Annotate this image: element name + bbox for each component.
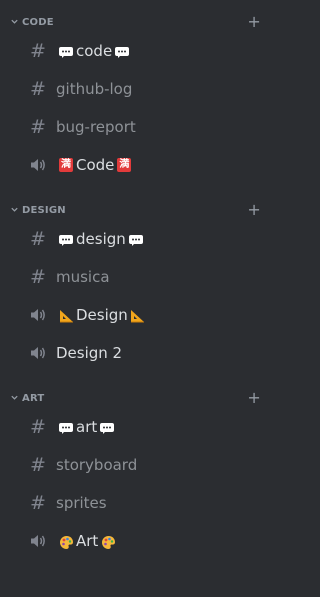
channel-label: bug-report <box>56 118 136 136</box>
hash-icon: # <box>30 228 46 250</box>
channel-code[interactable]: # code <box>0 32 273 70</box>
speech-bubble-icon <box>58 45 74 59</box>
channel-label: storyboard <box>56 456 138 474</box>
channel-label: Design <box>76 306 128 324</box>
hash-icon: # <box>30 40 46 62</box>
channel-label: art <box>76 418 98 436</box>
hash-icon: # <box>30 116 46 138</box>
channel-bug-report[interactable]: # bug-report <box>0 108 273 146</box>
triangular-ruler-icon <box>58 309 74 323</box>
chevron-down-icon <box>11 207 18 212</box>
channel-storyboard[interactable]: # storyboard <box>0 446 273 484</box>
voice-channel-code[interactable]: 満 Code 満 <box>0 146 273 184</box>
voice-channel-art[interactable]: Art <box>0 522 273 560</box>
channel-label: github-log <box>56 80 133 98</box>
hash-icon: # <box>30 492 46 514</box>
channel-label: code <box>76 42 113 60</box>
channel-design[interactable]: # design <box>0 220 273 258</box>
manji-square-icon: 満 <box>117 158 132 172</box>
voice-channel-design[interactable]: Design <box>0 296 273 334</box>
channel-sprites[interactable]: # sprites <box>0 484 273 522</box>
category-design[interactable]: DESIGN + <box>0 200 273 220</box>
artist-palette-icon <box>58 535 74 549</box>
speaker-icon <box>28 305 48 325</box>
speaker-icon <box>28 531 48 551</box>
chevron-down-icon <box>11 19 18 24</box>
speech-bubble-icon <box>99 421 115 435</box>
add-channel-icon[interactable]: + <box>247 202 261 218</box>
category-label: DESIGN <box>22 204 66 216</box>
channel-label: Art <box>76 532 99 550</box>
hash-icon: # <box>30 266 46 288</box>
divider <box>0 184 273 200</box>
channel-sidebar: CODE + # code # github-log # bug-report … <box>0 0 273 597</box>
category-label: ART <box>22 392 45 404</box>
channel-label: Design 2 <box>56 344 123 362</box>
speech-bubble-icon <box>128 233 144 247</box>
manji-square-icon: 満 <box>59 158 73 172</box>
artist-palette-icon <box>100 535 116 549</box>
channel-musica[interactable]: # musica <box>0 258 273 296</box>
divider <box>0 372 273 388</box>
hash-icon: # <box>30 454 46 476</box>
speech-bubble-icon <box>114 45 130 59</box>
channel-art[interactable]: # art <box>0 408 273 446</box>
channel-label: musica <box>56 268 110 286</box>
triangular-ruler-icon <box>130 309 146 323</box>
channel-label: design <box>76 230 126 248</box>
hash-icon: # <box>30 416 46 438</box>
speech-bubble-icon <box>58 421 74 435</box>
speaker-icon <box>28 155 48 175</box>
category-code[interactable]: CODE + <box>0 12 273 32</box>
add-channel-icon[interactable]: + <box>247 14 261 30</box>
channel-github-log[interactable]: # github-log <box>0 70 273 108</box>
chevron-down-icon <box>11 395 18 400</box>
channel-label: Code <box>76 156 115 174</box>
hash-icon: # <box>30 78 46 100</box>
channel-label: sprites <box>56 494 107 512</box>
add-channel-icon[interactable]: + <box>247 390 261 406</box>
category-art[interactable]: ART + <box>0 388 273 408</box>
speech-bubble-icon <box>58 233 74 247</box>
speaker-icon <box>28 343 48 363</box>
voice-channel-design-2[interactable]: Design 2 <box>0 334 273 372</box>
category-label: CODE <box>22 16 54 28</box>
